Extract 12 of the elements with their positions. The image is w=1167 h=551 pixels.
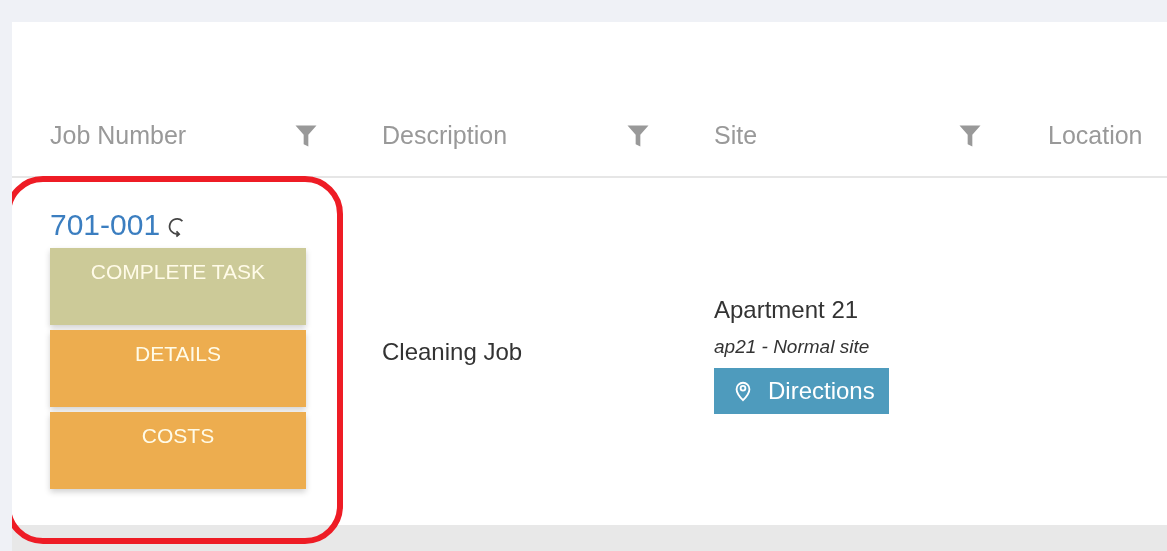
- site-subtitle: ap21 - Normal site: [714, 335, 871, 358]
- job-number-link[interactable]: 701-001: [50, 208, 161, 242]
- column-header[interactable]: Description: [382, 121, 508, 150]
- directions-button[interactable]: Directions: [714, 367, 889, 414]
- action-button[interactable]: COSTS: [50, 412, 306, 489]
- column-header[interactable]: Site: [714, 121, 758, 150]
- column-header[interactable]: Location: [1048, 121, 1143, 150]
- complete-task-button[interactable]: COMPLETE TASK: [50, 248, 306, 325]
- site-name: Apartment 21: [714, 295, 860, 324]
- job-description: Cleaning Job: [382, 337, 524, 366]
- action-button[interactable]: DETAILS: [50, 330, 306, 407]
- column-header[interactable]: Job Number: [50, 121, 187, 150]
